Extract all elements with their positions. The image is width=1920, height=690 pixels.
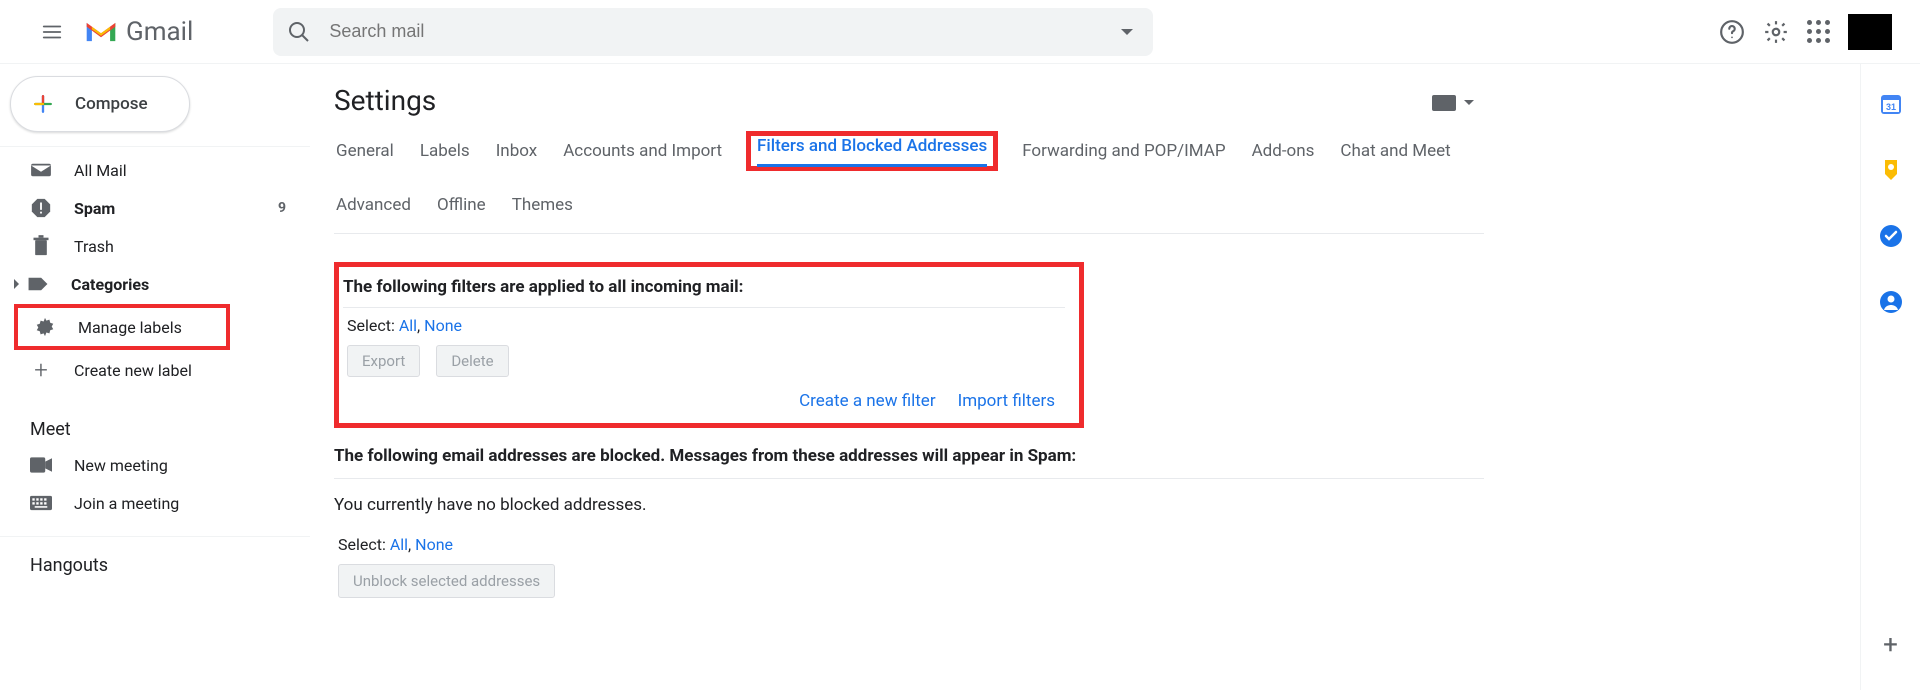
tab-accounts-import[interactable]: Accounts and Import [561, 135, 724, 167]
add-addon-button[interactable]: + [1883, 630, 1898, 660]
tasks-icon[interactable] [1879, 224, 1903, 248]
search-bar[interactable] [273, 8, 1153, 56]
page-title: Settings [334, 84, 436, 117]
expand-caret-icon [14, 279, 19, 289]
delete-button[interactable]: Delete [436, 345, 508, 377]
sidebar-item-new-meeting[interactable]: New meeting [0, 446, 310, 484]
spam-icon [30, 197, 52, 219]
tab-themes[interactable]: Themes [510, 189, 575, 221]
settings-tabs: General Labels Inbox Accounts and Import… [334, 125, 1484, 234]
compose-button[interactable]: Compose [10, 76, 190, 132]
side-panel: 31 + [1860, 64, 1920, 690]
compose-label: Compose [75, 94, 148, 114]
filters-select-none[interactable]: None [424, 316, 462, 335]
filters-select-row: Select: All, None [343, 308, 1065, 343]
import-filters-link[interactable]: Import filters [958, 391, 1055, 411]
sidebar-item-label: Create new label [74, 361, 192, 380]
sidebar-item-manage-labels[interactable]: Manage labels [18, 308, 226, 346]
tab-filters-blocked[interactable]: Filters and Blocked Addresses [757, 126, 987, 167]
sidebar-item-join-meeting[interactable]: Join a meeting [0, 484, 310, 522]
create-filter-link[interactable]: Create a new filter [799, 391, 935, 411]
sidebar-item-label: Spam [74, 199, 115, 218]
tab-chat-meet[interactable]: Chat and Meet [1338, 135, 1452, 167]
tab-inbox[interactable]: Inbox [494, 135, 540, 167]
sidebar-item-categories[interactable]: Categories [0, 265, 310, 303]
tab-advanced[interactable]: Advanced [334, 189, 413, 221]
label-list: All Mail Spam 9 Trash Categories Manage … [0, 146, 310, 389]
sidebar-item-spam[interactable]: Spam 9 [0, 189, 310, 227]
search-options-caret-icon[interactable] [1121, 29, 1133, 35]
categories-tag-icon [27, 273, 49, 295]
help-icon[interactable] [1719, 19, 1745, 45]
account-avatar[interactable] [1848, 14, 1892, 50]
spam-count: 9 [278, 200, 286, 216]
sidebar-item-label: New meeting [74, 456, 168, 475]
google-apps-icon[interactable] [1807, 20, 1830, 43]
sidebar-item-label: Trash [74, 237, 114, 256]
main-content: Settings General Labels Inbox Accounts a… [310, 64, 1860, 690]
calendar-icon[interactable]: 31 [1879, 92, 1903, 116]
sidebar-item-all-mail[interactable]: All Mail [0, 151, 310, 189]
app-name: Gmail [126, 17, 193, 47]
contacts-icon[interactable] [1879, 290, 1903, 314]
export-button[interactable]: Export [347, 345, 420, 377]
tab-offline[interactable]: Offline [435, 189, 488, 221]
svg-text:31: 31 [1885, 102, 1895, 112]
header-actions [1719, 14, 1912, 50]
sidebar-item-trash[interactable]: Trash [0, 227, 310, 265]
unblock-button[interactable]: Unblock selected addresses [338, 564, 555, 598]
annotation-highlight-filters-block: The following filters are applied to all… [334, 262, 1084, 428]
input-tools-button[interactable] [1432, 95, 1474, 111]
keep-icon[interactable] [1879, 158, 1903, 182]
video-icon [30, 454, 52, 476]
gmail-logo-icon [84, 19, 118, 45]
sidebar-item-label: All Mail [74, 161, 127, 180]
gear-icon [34, 316, 56, 338]
blocked-heading: The following email addresses are blocke… [334, 432, 1484, 479]
blocked-empty-text: You currently have no blocked addresses. [334, 479, 1484, 531]
sidebar-item-label: Join a meeting [74, 494, 179, 513]
tab-general[interactable]: General [334, 135, 396, 167]
app-header: Gmail [0, 0, 1920, 64]
annotation-highlight-filters-tab: Filters and Blocked Addresses [746, 131, 998, 171]
blocked-select-all[interactable]: All [390, 535, 408, 554]
filters-heading: The following filters are applied to all… [343, 273, 1065, 308]
all-mail-icon [30, 159, 52, 181]
meet-section-header: Meet [0, 401, 310, 446]
plus-icon: + [30, 359, 52, 381]
blocked-select-row: Select: All, None [334, 531, 1484, 558]
blocked-select-none[interactable]: None [415, 535, 453, 554]
compose-plus-icon [29, 90, 57, 118]
select-label: Select: [347, 316, 395, 335]
tab-labels[interactable]: Labels [418, 135, 472, 167]
sidebar-item-create-label[interactable]: + Create new label [0, 351, 310, 389]
hangouts-section-header: Hangouts [0, 536, 310, 582]
sidebar-item-label: Categories [71, 275, 149, 294]
tab-addons[interactable]: Add-ons [1250, 135, 1317, 167]
filters-select-all[interactable]: All [399, 316, 417, 335]
left-sidebar: Compose All Mail Spam 9 Trash Categories [0, 64, 310, 690]
tab-forwarding[interactable]: Forwarding and POP/IMAP [1020, 135, 1227, 167]
caret-down-icon [1464, 100, 1474, 105]
hamburger-icon [41, 21, 63, 43]
search-input[interactable] [329, 21, 1121, 42]
sidebar-item-label: Manage labels [78, 318, 182, 337]
search-icon [287, 20, 311, 44]
keyboard-icon [30, 492, 52, 514]
annotation-highlight-manage-labels: Manage labels [14, 304, 230, 350]
settings-gear-icon[interactable] [1763, 19, 1789, 45]
keyboard-small-icon [1432, 95, 1456, 111]
trash-icon [30, 235, 52, 257]
main-menu-button[interactable] [28, 8, 76, 56]
select-label: Select: [338, 535, 386, 554]
gmail-logo[interactable]: Gmail [84, 17, 193, 47]
